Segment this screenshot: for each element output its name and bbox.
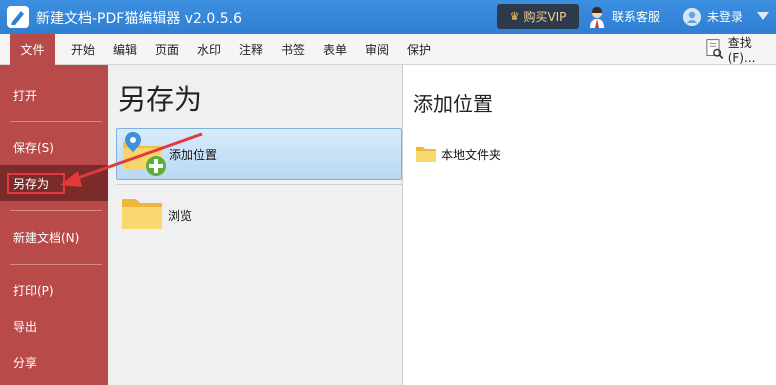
save-as-panel: 另存为 添加位置 浏览 (108, 65, 403, 385)
menu-new-document[interactable]: 新建文档(N) (0, 219, 108, 255)
folder-icon (416, 147, 436, 162)
menu-open[interactable]: 打开 (0, 77, 108, 113)
tab-form[interactable]: 表单 (323, 41, 347, 58)
menu-save[interactable]: 保存(S) (0, 129, 108, 165)
tab-review[interactable]: 审阅 (365, 41, 389, 58)
local-folder-item[interactable]: 本地文件夹 (415, 145, 501, 163)
add-location-option[interactable]: 添加位置 (116, 128, 402, 180)
folder-add-icon (123, 132, 166, 176)
login-button[interactable]: 未登录 (683, 4, 743, 29)
user-icon (683, 7, 701, 26)
menu-divider (10, 121, 102, 122)
menu-export[interactable]: 导出 (0, 308, 108, 344)
tab-annotate[interactable]: 注释 (239, 41, 263, 58)
panel-divider (116, 184, 402, 185)
folder-icon (122, 199, 162, 229)
menu-divider (10, 210, 102, 211)
window-title: 新建文档-PDF猫编辑器 v2.0.5.6 (36, 11, 243, 27)
login-label: 未登录 (707, 10, 744, 24)
chevron-down-icon[interactable] (756, 10, 770, 22)
add-location-label: 添加位置 (169, 147, 218, 162)
tab-watermark[interactable]: 水印 (197, 41, 221, 58)
menu-divider (10, 264, 102, 265)
menu-print[interactable]: 打印(P) (0, 272, 108, 308)
tab-protect[interactable]: 保护 (407, 41, 431, 58)
ribbon-tab-bar: 文件 开始 编辑 页面 水印 注释 书签 表单 审阅 保护 查找(F)... (0, 34, 776, 65)
tab-file[interactable]: 文件 (10, 34, 55, 65)
tab-bookmark[interactable]: 书签 (281, 41, 305, 58)
tab-page[interactable]: 页面 (155, 41, 179, 58)
title-bar: 新建文档-PDF猫编辑器 v2.0.5.6 ♛ 购买VIP 联系客服 未登录 (0, 0, 776, 34)
locations-title: 添加位置 (413, 92, 493, 116)
local-folder-label: 本地文件夹 (441, 147, 502, 162)
customer-service-icon (590, 6, 604, 28)
find-button[interactable]: 查找(F)... (705, 36, 776, 65)
browse-option[interactable]: 浏览 (116, 189, 402, 241)
find-icon (706, 39, 724, 59)
file-menu-panel: 打开 保存(S) 另存为 新建文档(N) 打印(P) 导出 分享 (0, 65, 108, 385)
crown-icon: ♛ (509, 10, 520, 23)
buy-vip-label: 购买VIP (523, 10, 567, 24)
menu-share[interactable]: 分享 (0, 344, 108, 380)
save-as-title: 另存为 (118, 83, 203, 116)
find-label: 查找(F)... (727, 35, 756, 65)
contact-service-label: 联系客服 (612, 10, 661, 24)
contact-service-button[interactable]: 联系客服 (588, 4, 660, 29)
tab-start[interactable]: 开始 (71, 41, 95, 58)
buy-vip-button[interactable]: ♛ 购买VIP (497, 4, 579, 29)
locations-panel: 添加位置 本地文件夹 (404, 65, 776, 385)
tab-edit[interactable]: 编辑 (113, 41, 137, 58)
browse-label: 浏览 (168, 208, 193, 223)
app-logo-icon (7, 6, 29, 28)
highlight-box (7, 173, 65, 194)
